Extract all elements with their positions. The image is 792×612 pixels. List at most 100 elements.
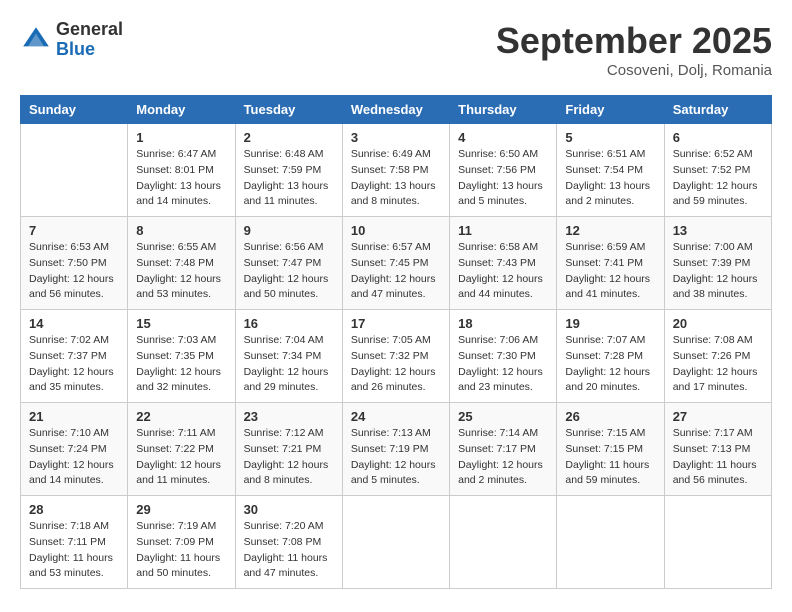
day-number: 27 — [673, 409, 763, 424]
day-info-line: and 26 minutes. — [351, 380, 441, 396]
day-info-line: Daylight: 12 hours — [351, 458, 441, 474]
day-info-line: Sunset: 7:13 PM — [673, 442, 763, 458]
day-number: 23 — [244, 409, 334, 424]
day-info-line: Sunrise: 6:51 AM — [565, 147, 655, 163]
day-info-line: Daylight: 13 hours — [565, 179, 655, 195]
day-info-line: Sunrise: 6:59 AM — [565, 240, 655, 256]
day-info-line: Daylight: 12 hours — [351, 272, 441, 288]
calendar-cell: 5Sunrise: 6:51 AMSunset: 7:54 PMDaylight… — [557, 124, 664, 217]
day-info-line: Sunrise: 6:58 AM — [458, 240, 548, 256]
day-number: 8 — [136, 223, 226, 238]
day-number: 2 — [244, 130, 334, 145]
calendar-cell: 12Sunrise: 6:59 AMSunset: 7:41 PMDayligh… — [557, 217, 664, 310]
calendar-week-3: 14 Sunrise: 7:02 AMSunset: 7:37 PMDayligh… — [21, 310, 772, 403]
day-info: Sunrise: 6:56 AMSunset: 7:47 PMDaylight:… — [244, 240, 334, 303]
location-subtitle: Cosoveni, Dolj, Romania — [496, 62, 772, 79]
day-info-line: Sunrise: 7:10 AM — [29, 426, 119, 442]
day-info-line: Sunset: 7:28 PM — [565, 349, 655, 365]
logo-general: General — [56, 20, 123, 40]
day-info-line: Sunrise: 7:20 AM — [244, 519, 334, 535]
day-number: 20 — [673, 316, 763, 331]
calendar-cell — [450, 496, 557, 589]
calendar-cell — [557, 496, 664, 589]
calendar-cell: 18Sunrise: 7:06 AMSunset: 7:30 PMDayligh… — [450, 310, 557, 403]
day-info-line: and 35 minutes. — [29, 380, 119, 396]
day-info: Sunrise: 6:52 AMSunset: 7:52 PMDaylight:… — [673, 147, 763, 210]
day-info-line: Sunset: 7:59 PM — [244, 163, 334, 179]
day-info: Sunrise: 7:12 AMSunset: 7:21 PMDaylight:… — [244, 426, 334, 489]
day-info: Sunrise: 7:19 AMSunset: 7:09 PMDaylight:… — [136, 519, 226, 582]
calendar-cell: 29 Sunrise: 7:19 AMSunset: 7:09 PMDayligh… — [128, 496, 235, 589]
day-info-line: and 56 minutes. — [29, 287, 119, 303]
calendar-cell: 27Sunrise: 7:17 AMSunset: 7:13 PMDayligh… — [664, 403, 771, 496]
day-info-line: and 50 minutes. — [244, 287, 334, 303]
calendar-cell — [21, 124, 128, 217]
day-info: Sunrise: 7:07 AMSunset: 7:28 PMDaylight:… — [565, 333, 655, 396]
day-info-line: and 59 minutes. — [673, 194, 763, 210]
calendar-cell: 19 Sunrise: 7:07 AMSunset: 7:28 PMDayligh… — [557, 310, 664, 403]
day-info-line: Sunset: 7:58 PM — [351, 163, 441, 179]
day-info: Sunrise: 7:03 AMSunset: 7:35 PMDaylight:… — [136, 333, 226, 396]
day-info-line: Sunset: 7:54 PM — [565, 163, 655, 179]
day-info-line: Sunset: 7:11 PM — [29, 535, 119, 551]
day-info-line: Sunrise: 6:47 AM — [136, 147, 226, 163]
day-info-line: Daylight: 12 hours — [29, 272, 119, 288]
day-header-monday: Monday — [128, 96, 235, 124]
day-info-line: and 23 minutes. — [458, 380, 548, 396]
day-number: 26 — [565, 409, 655, 424]
day-number: 14 — [29, 316, 119, 331]
day-info-line: Sunrise: 6:53 AM — [29, 240, 119, 256]
day-info-line: Daylight: 12 hours — [673, 365, 763, 381]
day-number: 25 — [458, 409, 548, 424]
day-info-line: Sunset: 7:21 PM — [244, 442, 334, 458]
day-number: 11 — [458, 223, 548, 238]
day-info: Sunrise: 7:02 AMSunset: 7:37 PMDaylight:… — [29, 333, 119, 396]
calendar-cell — [342, 496, 449, 589]
day-info: Sunrise: 6:49 AMSunset: 7:58 PMDaylight:… — [351, 147, 441, 210]
calendar-cell: 21Sunrise: 7:10 AMSunset: 7:24 PMDayligh… — [21, 403, 128, 496]
day-info-line: Daylight: 11 hours — [565, 458, 655, 474]
day-info-line: Daylight: 12 hours — [351, 365, 441, 381]
calendar-week-4: 21Sunrise: 7:10 AMSunset: 7:24 PMDayligh… — [21, 403, 772, 496]
day-info-line: and 47 minutes. — [244, 566, 334, 582]
day-info-line: Daylight: 13 hours — [458, 179, 548, 195]
day-number: 24 — [351, 409, 441, 424]
day-number: 6 — [673, 130, 763, 145]
day-number: 29 — [136, 502, 226, 517]
day-info-line: Daylight: 12 hours — [458, 365, 548, 381]
day-number: 19 — [565, 316, 655, 331]
day-info-line: and 14 minutes. — [29, 473, 119, 489]
day-info: Sunrise: 7:05 AMSunset: 7:32 PMDaylight:… — [351, 333, 441, 396]
day-info-line: and 50 minutes. — [136, 566, 226, 582]
calendar-cell: 6 Sunrise: 6:52 AMSunset: 7:52 PMDaylight… — [664, 124, 771, 217]
day-info: Sunrise: 7:14 AMSunset: 7:17 PMDaylight:… — [458, 426, 548, 489]
calendar-cell: 22Sunrise: 7:11 AMSunset: 7:22 PMDayligh… — [128, 403, 235, 496]
day-info-line: Sunrise: 7:03 AM — [136, 333, 226, 349]
day-info-line: and 8 minutes. — [351, 194, 441, 210]
title-block: September 2025 Cosoveni, Dolj, Romania — [496, 20, 772, 79]
day-info-line: and 20 minutes. — [565, 380, 655, 396]
calendar-cell: 25 Sunrise: 7:14 AMSunset: 7:17 PMDayligh… — [450, 403, 557, 496]
day-info-line: Daylight: 12 hours — [136, 272, 226, 288]
day-info-line: Sunrise: 7:02 AM — [29, 333, 119, 349]
day-header-thursday: Thursday — [450, 96, 557, 124]
day-info: Sunrise: 6:48 AMSunset: 7:59 PMDaylight:… — [244, 147, 334, 210]
day-number: 10 — [351, 223, 441, 238]
day-info: Sunrise: 7:18 AMSunset: 7:11 PMDaylight:… — [29, 519, 119, 582]
calendar-cell: 7Sunrise: 6:53 AMSunset: 7:50 PMDaylight… — [21, 217, 128, 310]
day-info-line: Sunset: 7:09 PM — [136, 535, 226, 551]
day-info-line: Sunset: 7:19 PM — [351, 442, 441, 458]
day-info-line: Daylight: 12 hours — [673, 272, 763, 288]
calendar-cell: 24Sunrise: 7:13 AMSunset: 7:19 PMDayligh… — [342, 403, 449, 496]
day-info-line: Sunset: 7:52 PM — [673, 163, 763, 179]
calendar-cell: 4Sunrise: 6:50 AMSunset: 7:56 PMDaylight… — [450, 124, 557, 217]
day-info: Sunrise: 7:08 AMSunset: 7:26 PMDaylight:… — [673, 333, 763, 396]
day-info-line: and 8 minutes. — [244, 473, 334, 489]
day-info-line: Sunset: 7:45 PM — [351, 256, 441, 272]
day-info-line: Daylight: 11 hours — [244, 551, 334, 567]
day-info: Sunrise: 7:00 AMSunset: 7:39 PMDaylight:… — [673, 240, 763, 303]
day-info-line: Sunrise: 6:52 AM — [673, 147, 763, 163]
calendar-cell: 8Sunrise: 6:55 AMSunset: 7:48 PMDaylight… — [128, 217, 235, 310]
day-info-line: Sunrise: 7:14 AM — [458, 426, 548, 442]
day-info-line: Sunset: 7:47 PM — [244, 256, 334, 272]
